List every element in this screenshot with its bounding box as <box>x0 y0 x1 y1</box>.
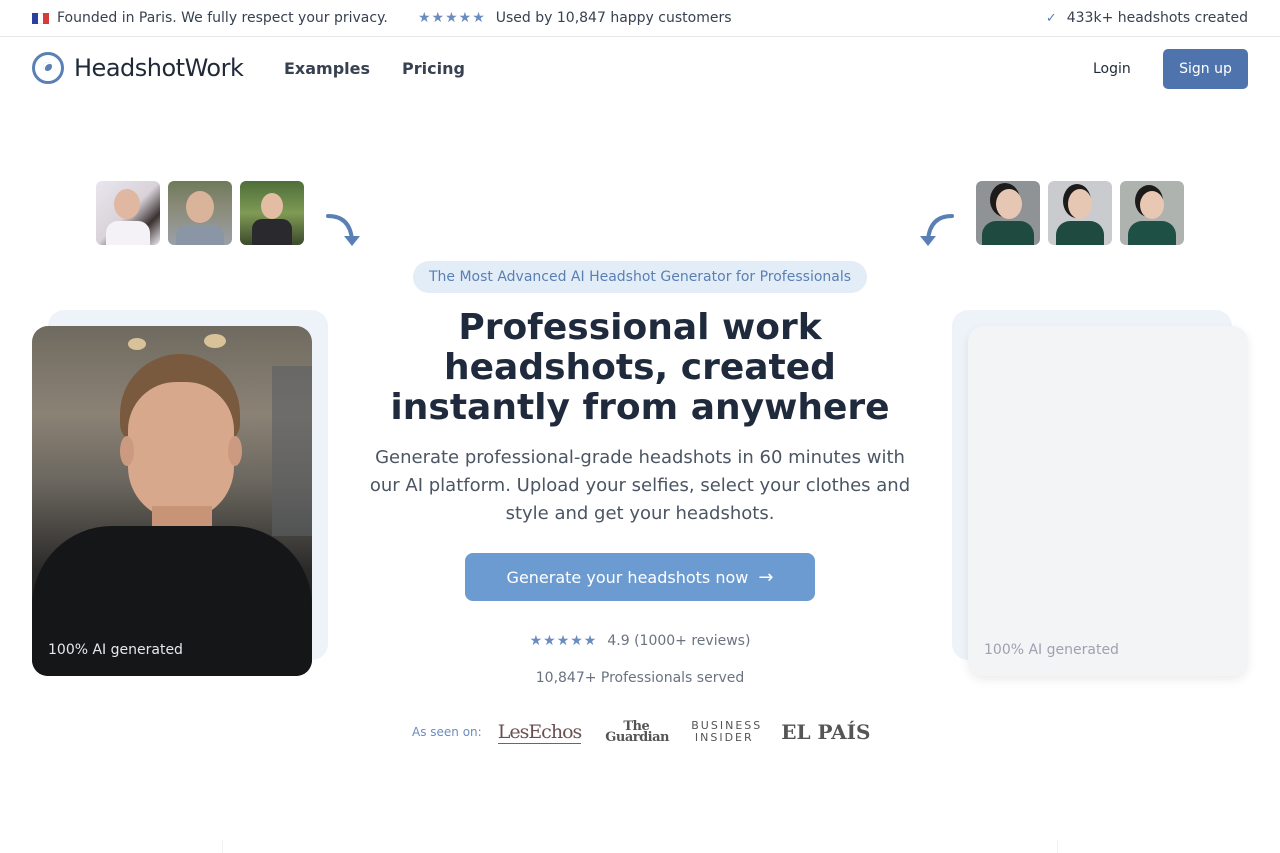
rating-text: 4.9 (1000+ reviews) <box>607 633 751 649</box>
nav-link-pricing[interactable]: Pricing <box>402 59 465 78</box>
logo[interactable]: HeadshotWork <box>32 52 244 84</box>
rating-stars-icon: ★★★★★ <box>529 633 598 649</box>
curved-arrow-icon <box>920 214 954 246</box>
logo-text: HeadshotWork <box>74 54 244 82</box>
customers-notice: ★★★★★ Used by 10,847 happy customers <box>418 10 732 26</box>
cta-label: Generate your headshots now <box>506 567 749 587</box>
the-guardian-logo: The Guardian <box>605 719 669 745</box>
hero-badge: The Most Advanced AI Headshot Generator … <box>413 261 867 293</box>
curved-arrow-icon <box>326 214 360 246</box>
headshots-text: 433k+ headshots created <box>1066 10 1248 26</box>
headshot-thumbnail <box>1048 181 1112 245</box>
business-insider-logo: BUSINESS INSIDER <box>691 719 763 744</box>
signup-button[interactable]: Sign up <box>1163 49 1248 89</box>
hero-subtitle: Generate professional-grade headshots in… <box>369 447 911 524</box>
selfie-thumbnail <box>240 181 304 245</box>
check-icon: ✓ <box>1045 10 1057 26</box>
france-flag-icon <box>32 12 50 24</box>
divider <box>1057 840 1058 853</box>
divider <box>222 840 223 853</box>
example-headshot-card: 100% AI generated <box>968 326 1248 676</box>
generate-headshots-button[interactable]: Generate your headshots now → <box>465 553 815 601</box>
privacy-text: Founded in Paris. We fully respect your … <box>57 10 388 26</box>
headshot-thumbnail <box>1120 181 1184 245</box>
login-link[interactable]: Login <box>1093 61 1131 77</box>
rating-stars-icon: ★★★★★ <box>418 10 486 26</box>
ai-generated-label: 100% AI generated <box>984 642 1119 658</box>
headline-line: Professional work <box>458 307 822 348</box>
main-nav: HeadshotWork Examples Pricing Login Sign… <box>0 37 1280 101</box>
el-pais-logo: EL PAÍS <box>781 720 871 744</box>
ai-generated-label: 100% AI generated <box>48 642 183 658</box>
arrow-right-icon: → <box>758 566 774 588</box>
selfie-thumbnail <box>168 181 232 245</box>
page-title: Professional work headshots, created ins… <box>370 308 910 428</box>
headline-line: headshots, created <box>444 347 836 388</box>
as-seen-on-label: As seen on: <box>412 725 482 739</box>
les-echos-logo: LesEchos <box>497 720 582 744</box>
nav-link-examples[interactable]: Examples <box>284 59 370 78</box>
announcement-bar: Founded in Paris. We fully respect your … <box>0 0 1280 37</box>
headline-line: instantly from anywhere <box>390 387 890 428</box>
nav-links: Examples Pricing <box>284 59 465 78</box>
headshot-thumbnail <box>976 181 1040 245</box>
logo-icon <box>32 52 64 84</box>
before-photos <box>96 181 304 245</box>
customers-text: Used by 10,847 happy customers <box>495 10 732 26</box>
press-logos: As seen on: LesEchos The Guardian BUSINE… <box>412 718 894 746</box>
selfie-thumbnail <box>96 181 160 245</box>
headshots-count: ✓ 433k+ headshots created <box>1046 10 1248 26</box>
privacy-notice: Founded in Paris. We fully respect your … <box>32 10 388 26</box>
after-photos <box>976 181 1184 245</box>
example-headshot-card: 100% AI generated <box>32 326 312 676</box>
